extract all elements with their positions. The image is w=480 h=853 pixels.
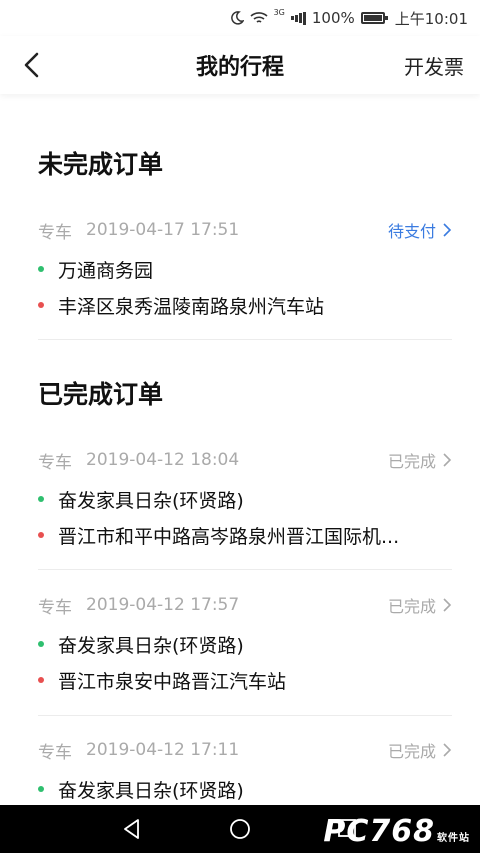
order-status-label: 已完成 [387,742,436,761]
watermark-sub: 软件站 [437,833,470,844]
destination-row: 晋江市泉安中路晋江汽车站 [38,662,452,698]
divider [38,339,452,340]
order-status-label: 已完成 [387,452,436,471]
wifi-icon [250,11,268,25]
divider [38,715,452,716]
origin-address: 奋发家具日杂(环贤路) [58,634,244,657]
section-title-unfinished: 未完成订单 [38,150,164,179]
network-type: 3G [273,8,285,17]
clock: 上午10:01 [394,9,468,28]
order-type: 专车 [38,452,72,473]
home-circle-icon[interactable] [228,817,252,841]
order-status[interactable]: 已完成 [388,590,452,620]
chevron-right-icon [443,223,452,237]
destination-dot-icon [38,302,44,308]
chevron-left-icon [24,52,39,78]
order-card[interactable]: 专车 2019-04-12 17:11 已完成 奋发家具日杂(环贤路) [38,735,452,807]
order-status-label: 待支付 [387,222,436,241]
chevron-right-icon [443,598,452,612]
order-type: 专车 [38,222,72,243]
chevron-right-icon [443,453,452,467]
origin-row: 奋发家具日杂(环贤路) [38,626,452,662]
destination-row: 丰泽区泉秀温陵南路泉州汽车站 [38,287,452,323]
section-title-finished: 已完成订单 [38,380,164,409]
order-datetime: 2019-04-17 17:51 [86,220,240,240]
origin-dot-icon [38,496,44,502]
order-card[interactable]: 专车 2019-04-12 18:04 已完成 奋发家具日杂(环贤路) 晋江市和… [38,445,452,553]
origin-address: 万通商务园 [58,259,154,282]
battery-percent: 100% [311,9,355,27]
divider [38,569,452,570]
origin-dot-icon [38,786,44,792]
origin-row: 奋发家具日杂(环贤路) [38,481,452,517]
order-status[interactable]: 已完成 [388,735,452,765]
destination-address: 晋江市泉安中路晋江汽车站 [58,670,287,693]
origin-dot-icon [38,266,44,272]
battery-icon [360,12,388,24]
watermark-text: PC768 [323,814,435,849]
order-datetime: 2019-04-12 18:04 [86,450,240,470]
order-status[interactable]: 待支付 [388,215,452,245]
back-triangle-icon[interactable] [120,817,144,841]
order-status-label: 已完成 [387,597,436,616]
order-card[interactable]: 专车 2019-04-12 17:57 已完成 奋发家具日杂(环贤路) 晋江市泉… [38,590,452,698]
order-type: 专车 [38,597,72,618]
order-status[interactable]: 已完成 [388,445,452,475]
origin-dot-icon [38,641,44,647]
origin-address: 奋发家具日杂(环贤路) [58,489,244,512]
chevron-right-icon [443,743,452,757]
destination-address: 晋江市和平中路高岑路泉州晋江国际机... [58,525,400,548]
order-card[interactable]: 专车 2019-04-17 17:51 待支付 万通商务园 丰泽区泉秀温陵南路泉… [38,215,452,323]
page-title: 我的行程 [195,55,284,80]
destination-address: 丰泽区泉秀温陵南路泉州汽车站 [58,295,325,318]
system-nav-bar: PC768 软件站 [0,805,480,853]
pc768-watermark-logo: PC768 软件站 [323,814,470,849]
moon-icon [230,11,244,25]
back-button[interactable] [18,50,48,80]
order-datetime: 2019-04-12 17:11 [86,740,240,760]
origin-row: 奋发家具日杂(环贤路) [38,771,452,807]
destination-row: 晋江市和平中路高岑路泉州晋江国际机... [38,517,452,553]
nav-bar: 我的行程 开发票 [0,36,480,94]
origin-row: 万通商务园 [38,251,452,287]
origin-address: 奋发家具日杂(环贤路) [58,779,244,802]
signal-icon [290,11,306,25]
invoice-button[interactable]: 开发票 [404,51,464,80]
order-datetime: 2019-04-12 17:57 [86,595,240,615]
destination-dot-icon [38,677,44,683]
status-bar: 3G 100% 上午10:01 [0,0,480,36]
order-type: 专车 [38,742,72,763]
destination-dot-icon [38,532,44,538]
